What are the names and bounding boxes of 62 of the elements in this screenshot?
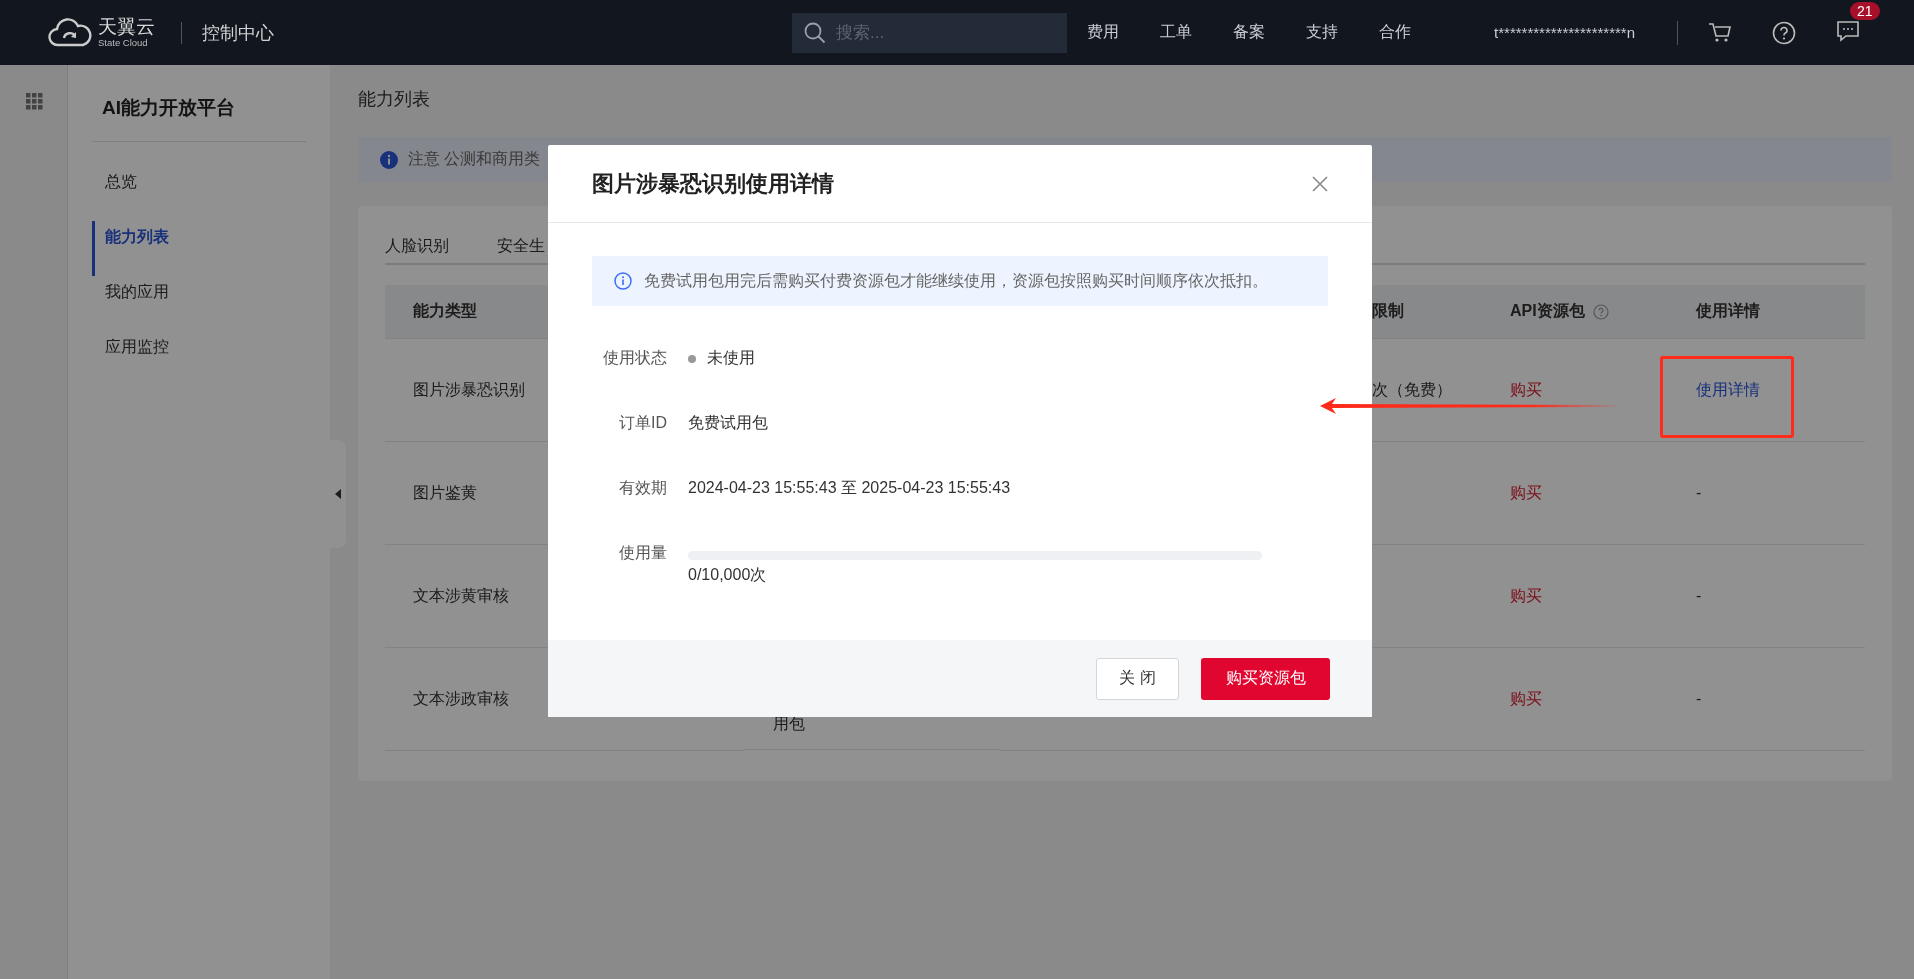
logo-subtext: State Cloud [98,38,149,48]
user-account[interactable]: t**********************n [1494,24,1635,41]
category-tab[interactable]: 人脸识别 [385,236,449,257]
info-icon [380,150,398,169]
message-icon[interactable] [1836,19,1860,42]
table-cell: - [1696,690,1702,708]
field-label: 订单ID [619,413,667,433]
column-header: 使用详情 [1696,301,1760,321]
buy-link[interactable]: 购买 [1510,585,1542,607]
buy-link[interactable]: 购买 [1510,482,1542,504]
column-header: 限制 [1372,301,1404,321]
close-icon[interactable] [1312,175,1328,192]
table-cell-text: 文本涉黄审核 [413,585,509,606]
usage-count: 0/10,000次 [688,565,768,585]
help-icon[interactable] [1772,20,1796,45]
field-label: 有效期 [619,478,667,498]
caret-left-icon [335,489,341,499]
table-cell-text: 文本涉政审核 [413,688,509,709]
collapse-handle[interactable] [330,440,346,548]
column-header: API资源包 [1510,301,1585,321]
table-cell: - [1696,587,1702,605]
nav-link[interactable]: 支持 [1306,22,1380,43]
apps-grid-icon[interactable] [26,93,43,110]
field-value: 免费试用包 [688,414,768,431]
table-cell-text: 图片涉暴恐识别 [413,379,525,400]
table-cell-text: 次（免费） [1372,379,1452,400]
info-icon [614,272,632,290]
field-label: 使用状态 [603,348,667,368]
category-tab[interactable]: 安全生 [497,236,545,257]
nav-link[interactable]: 备案 [1233,22,1307,43]
close-button[interactable]: 关 闭 [1096,657,1179,700]
console-title[interactable]: 控制中心 [202,20,274,45]
nav-link[interactable]: 费用 [1087,22,1161,43]
notification-badge: 21 [1850,1,1880,20]
usage-details-link[interactable]: 使用详情 [1696,379,1760,401]
notice-text: 注意 公测和商用类 [408,149,541,169]
sidebar-item[interactable]: 应用监控 [92,331,306,386]
info-text: 免费试用包用完后需购买付费资源包才能继续使用，资源包按照购买时间顺序依次抵扣。 [644,270,1268,291]
platform-title: AI能力开放平台 [102,96,236,120]
status-dot [688,354,696,363]
column-header: 能力类型 [413,301,477,321]
dialog-title: 图片涉暴恐识别使用详情 [592,169,834,198]
buy-package-button[interactable]: 购买资源包 [1201,657,1330,700]
cart-icon[interactable] [1708,21,1732,44]
nav-link[interactable]: 工单 [1160,22,1234,43]
sidebar-item[interactable]: 能力列表 [92,221,306,276]
buy-link[interactable]: 购买 [1510,688,1542,710]
page-title: 能力列表 [358,88,431,111]
status-text: 未使用 [707,348,755,368]
field-value: 2024-04-23 15:55:43 至 2025-04-23 15:55:43 [688,479,1011,496]
field-label: 使用量 [619,543,667,563]
logo-text: 天翼云 [98,17,155,37]
search-icon [804,21,827,44]
nav-link[interactable]: 合作 [1379,22,1453,43]
table-cell: - [1696,484,1702,502]
table-cell-text: 用包 [773,714,805,734]
sidebar-item[interactable]: 总览 [92,166,306,221]
buy-link[interactable]: 购买 [1510,379,1542,401]
cloud-logo-icon [48,17,92,48]
search-field[interactable]: 搜索... [792,12,1068,53]
sidebar-item[interactable]: 我的应用 [92,276,306,331]
table-cell-text: 图片鉴黄 [413,482,477,503]
